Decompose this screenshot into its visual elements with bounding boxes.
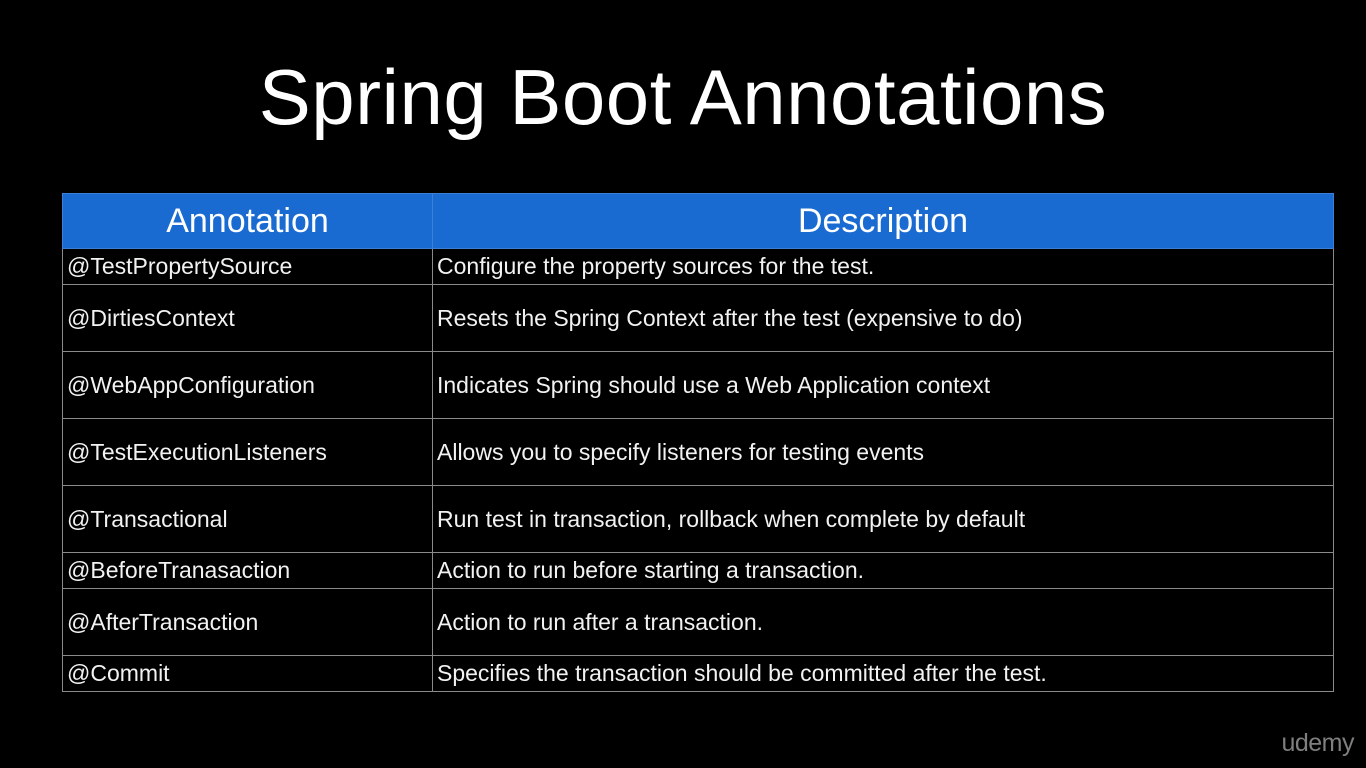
description-cell: Action to run before starting a transact… (432, 552, 1334, 589)
table-row: @DirtiesContext Resets the Spring Contex… (62, 284, 1334, 352)
table-row: @AfterTransaction Action to run after a … (62, 588, 1334, 656)
description-cell: Specifies the transaction should be comm… (432, 655, 1334, 692)
annotation-cell: @DirtiesContext (62, 284, 433, 352)
table-header-row: Annotation Description (62, 193, 1334, 249)
annotation-cell: @Transactional (62, 485, 433, 553)
annotations-table-container: Annotation Description @TestPropertySour… (62, 193, 1334, 692)
annotation-cell: @BeforeTranasaction (62, 552, 433, 589)
annotation-cell: @Commit (62, 655, 433, 692)
table-row: @TestPropertySource Configure the proper… (62, 248, 1334, 285)
slide-title: Spring Boot Annotations (258, 53, 1108, 141)
annotation-cell: @TestExecutionListeners (62, 418, 433, 486)
column-header-annotation: Annotation (62, 193, 433, 249)
table-row: @BeforeTranasaction Action to run before… (62, 552, 1334, 589)
annotation-cell: @AfterTransaction (62, 588, 433, 656)
description-cell: Allows you to specify listeners for test… (432, 418, 1334, 486)
description-cell: Resets the Spring Context after the test… (432, 284, 1334, 352)
description-cell: Run test in transaction, rollback when c… (432, 485, 1334, 553)
column-header-description: Description (432, 193, 1334, 249)
description-cell: Configure the property sources for the t… (432, 248, 1334, 285)
udemy-watermark-logo: udemy (1281, 729, 1354, 757)
table-row: @Commit Specifies the transaction should… (62, 655, 1334, 692)
table-row: @TestExecutionListeners Allows you to sp… (62, 418, 1334, 486)
annotations-table: Annotation Description @TestPropertySour… (62, 193, 1334, 692)
table-row: @Transactional Run test in transaction, … (62, 485, 1334, 553)
annotation-cell: @WebAppConfiguration (62, 351, 433, 419)
description-cell: Indicates Spring should use a Web Applic… (432, 351, 1334, 419)
description-cell: Action to run after a transaction. (432, 588, 1334, 656)
annotation-cell: @TestPropertySource (62, 248, 433, 285)
table-row: @WebAppConfiguration Indicates Spring sh… (62, 351, 1334, 419)
